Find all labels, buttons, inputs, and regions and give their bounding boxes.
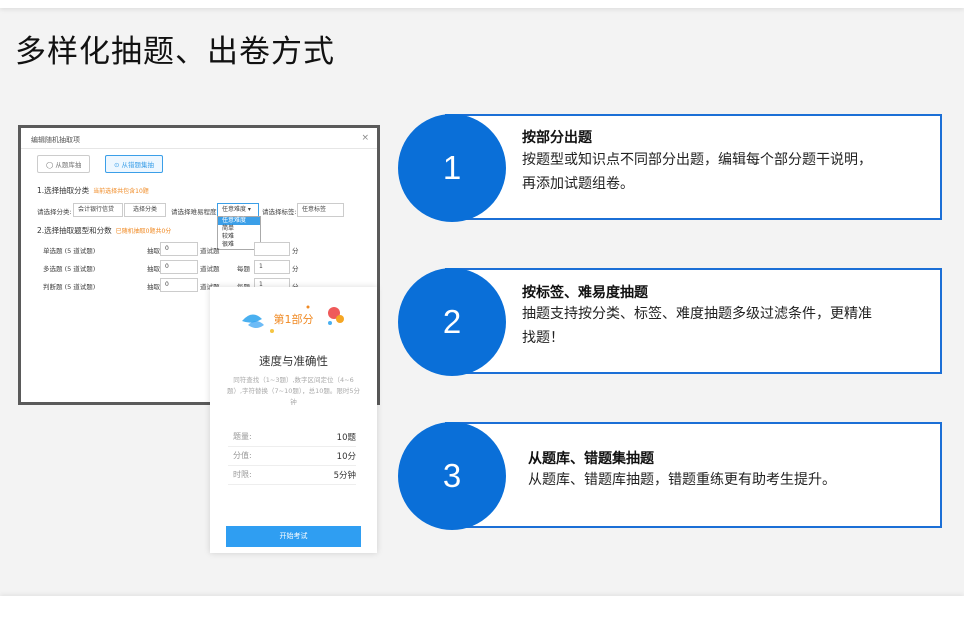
score-unit-label: 分 [292, 265, 299, 273]
difficulty-select[interactable]: 任意难度 ▾ [217, 203, 259, 217]
category-input[interactable]: 会计银行信贷 [73, 203, 123, 217]
difficulty-option[interactable]: 简单 [218, 225, 260, 233]
from-bank-button[interactable]: ◯ 从题库抽 [37, 155, 91, 173]
unit-label: 道试题 [200, 247, 220, 255]
difficulty-option[interactable]: 任意难度 [218, 217, 260, 225]
draw-label: 抽取 [147, 283, 160, 291]
question-type-label: 多选题 (5 道试题) [43, 265, 96, 273]
section-2-title: 2.选择抽取题型和分数 [37, 226, 112, 235]
feature-line: 再添加试题组卷。 [522, 176, 634, 192]
info-row: 分值: 10分 [228, 446, 356, 466]
feature-description: 从题库、错题库抽题，错题重练更有助考生提升。 [528, 468, 836, 492]
part-title: 第1部分 [273, 313, 314, 326]
exam-preview-card: 第1部分 速度与准确性 同符查找（1~3题）,数字区间定位（4~6题）,字符替换… [210, 287, 377, 553]
info-key: 时限: [233, 470, 252, 479]
category-label: 请选择分类: [37, 208, 72, 216]
info-row: 时限: 5分钟 [228, 465, 356, 485]
info-value: 10分 [336, 452, 356, 462]
score-input[interactable] [254, 242, 290, 256]
section-1-title: 1.选择抽取分类 [37, 186, 90, 195]
question-type-label: 单选题 (5 道试题) [43, 247, 96, 255]
top-band [0, 0, 964, 8]
draw-count-input[interactable]: 0 [160, 278, 198, 292]
start-exam-button[interactable]: 开始考试 [226, 526, 361, 547]
section-1-hint: 当前选择共包含10题 [93, 188, 149, 195]
draw-count-input[interactable]: 0 [160, 242, 198, 256]
draw-label: 抽取 [147, 247, 160, 255]
close-icon[interactable]: × [361, 133, 369, 143]
feature-description: 抽题支持按分类、标签、难度抽题多级过滤条件，更精准 找题！ [522, 302, 872, 350]
choose-category-button[interactable]: 选择分类 [124, 203, 166, 217]
draw-label: 抽取 [147, 265, 160, 273]
info-key: 分值: [233, 451, 252, 460]
question-type-label: 判断题 (5 道试题) [43, 283, 96, 291]
section-1-heading: 1.选择抽取分类 当前选择共包含10题 [37, 185, 149, 196]
feature-description: 按题型或知识点不同部分出题，编辑每个部分题干说明， 再添加试题组卷。 [522, 148, 872, 196]
section-description: 同符查找（1~3题）,数字区间定位（4~6题）,字符替换（7~10题），总10题… [226, 376, 361, 406]
difficulty-option[interactable]: 较难 [218, 233, 260, 241]
difficulty-label: 请选择难易程度: [171, 208, 219, 216]
tag-select[interactable]: 任意标签 [297, 203, 344, 217]
section-2-hint: 已随机抽取0题共0分 [115, 228, 172, 235]
score-label: 每题 [237, 265, 250, 273]
section-subtitle: 速度与准确性 [259, 354, 328, 368]
feature-line: 抽题支持按分类、标签、难度抽题多级过滤条件，更精准 [522, 306, 872, 322]
feature-line: 按题型或知识点不同部分出题，编辑每个部分题干说明， [522, 152, 872, 168]
draw-count-input[interactable]: 0 [160, 260, 198, 274]
dialog-title: 编辑随机抽取项 [31, 136, 80, 144]
section-2-heading: 2.选择抽取题型和分数 已随机抽取0题共0分 [37, 225, 171, 236]
feature-number-badge: 2 [398, 268, 506, 376]
bottom-band [0, 596, 964, 631]
page-title: 多样化抽题、出卷方式 [15, 34, 335, 70]
info-key: 题量: [233, 432, 252, 441]
score-unit-label: 分 [292, 247, 299, 255]
feature-line: 从题库、错题库抽题，错题重练更有助考生提升。 [528, 472, 836, 488]
unit-label: 道试题 [200, 265, 220, 273]
score-input[interactable]: 1 [254, 260, 290, 274]
info-value: 5分钟 [333, 471, 356, 481]
from-wrong-set-button[interactable]: ⊙ 从错题集抽 [105, 155, 164, 173]
feature-title: 从题库、错题集抽题 [528, 451, 654, 467]
feature-title: 按标签、难易度抽题 [522, 285, 648, 301]
info-row: 题量: 10题 [228, 427, 356, 447]
divider [21, 148, 377, 149]
feature-number-badge: 3 [398, 422, 506, 530]
info-value: 10题 [336, 433, 356, 443]
tag-label: 请选择标签: [262, 208, 297, 216]
feature-line: 找题！ [522, 330, 564, 346]
feature-number-badge: 1 [398, 114, 506, 222]
feature-title: 按部分出题 [522, 130, 592, 146]
